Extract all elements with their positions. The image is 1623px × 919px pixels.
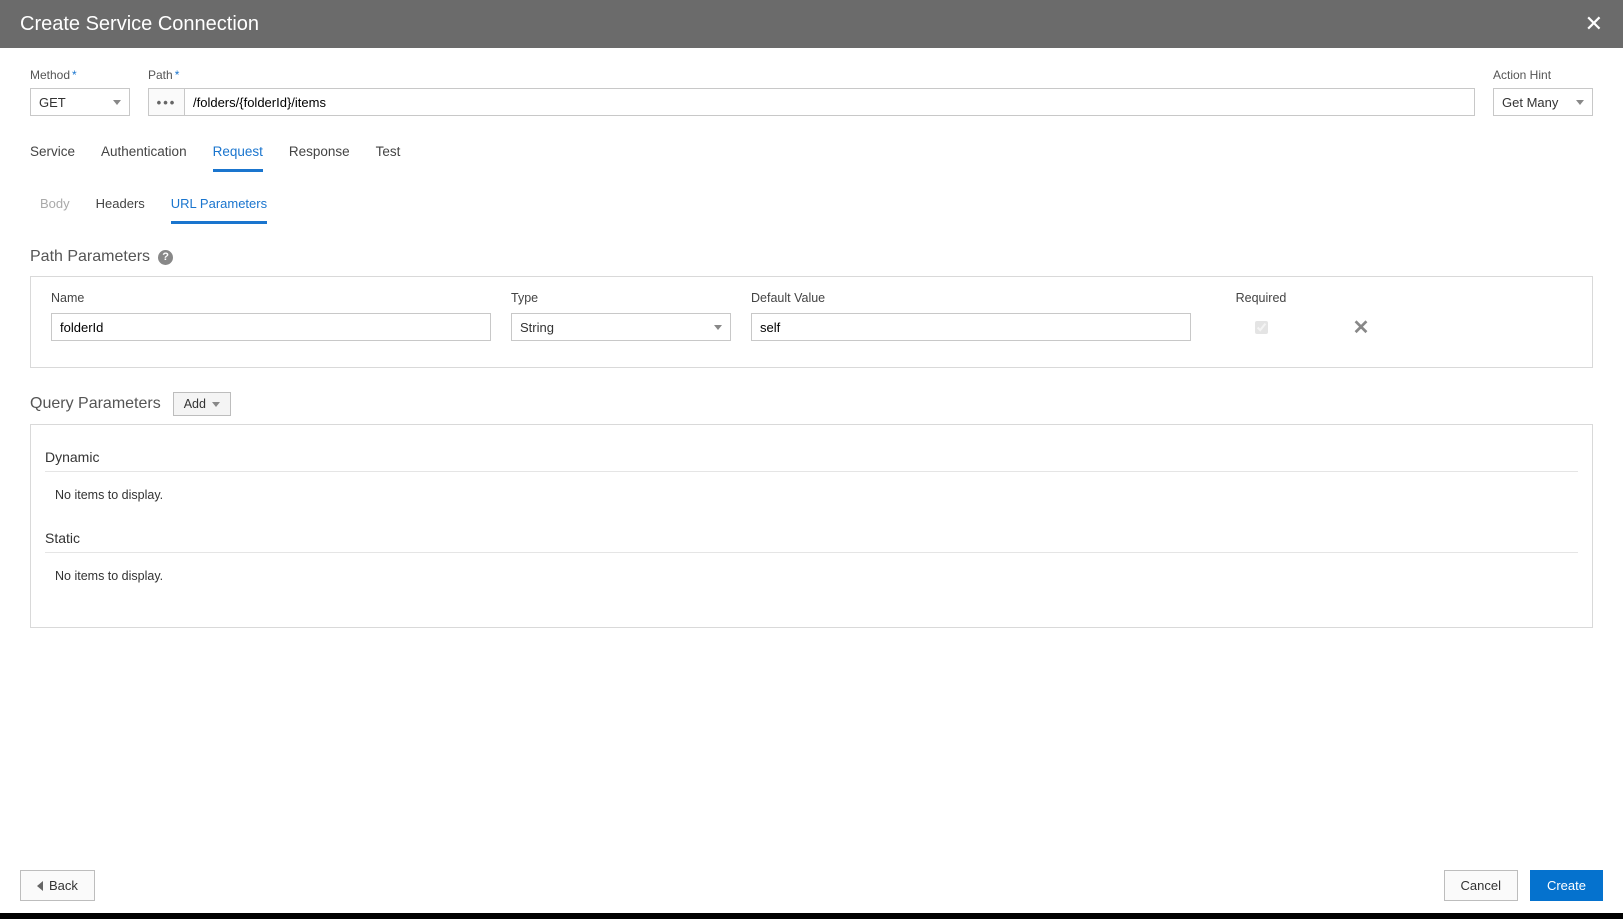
add-query-param-button[interactable]: Add — [173, 392, 231, 416]
param-required-checkbox — [1211, 321, 1311, 334]
tab-service[interactable]: Service — [30, 138, 75, 172]
create-button[interactable]: Create — [1530, 870, 1603, 901]
tab-test[interactable]: Test — [376, 138, 401, 172]
tab-request[interactable]: Request — [213, 138, 263, 172]
delete-row-icon[interactable]: ✕ — [1331, 315, 1391, 340]
col-type: Type — [511, 291, 731, 305]
param-default-input[interactable] — [751, 313, 1191, 341]
dialog-title: Create Service Connection — [20, 13, 259, 36]
path-field: Path* ••• — [148, 68, 1475, 116]
method-value: GET — [39, 95, 66, 110]
path-input[interactable] — [184, 88, 1475, 116]
help-icon[interactable]: ? — [158, 250, 173, 265]
chevron-down-icon — [113, 100, 121, 105]
tab-authentication[interactable]: Authentication — [101, 138, 187, 172]
tab-response[interactable]: Response — [289, 138, 350, 172]
path-label: Path* — [148, 68, 1475, 82]
query-parameters-section: Query Parameters Add Dynamic No items to… — [30, 392, 1593, 628]
path-param-row: String ✕ — [51, 313, 1572, 341]
method-select[interactable]: GET — [30, 88, 130, 116]
chevron-down-icon — [714, 325, 722, 330]
action-hint-select[interactable]: Get Many — [1493, 88, 1593, 116]
dialog-footer: Back Cancel Create — [0, 870, 1623, 901]
bottom-strip — [0, 913, 1623, 919]
method-field: Method* GET — [30, 68, 130, 116]
dynamic-subsection-title: Dynamic — [45, 439, 1578, 472]
close-icon[interactable]: ✕ — [1585, 11, 1603, 37]
static-subsection-title: Static — [45, 520, 1578, 553]
chevron-left-icon — [37, 881, 43, 891]
dialog-titlebar: Create Service Connection ✕ — [0, 0, 1623, 48]
method-label: Method* — [30, 68, 130, 82]
param-type-select[interactable]: String — [511, 313, 731, 341]
subtab-body: Body — [40, 190, 70, 224]
chevron-down-icon — [212, 402, 220, 407]
dynamic-empty-message: No items to display. — [45, 482, 1578, 520]
action-hint-label: Action Hint — [1493, 68, 1593, 82]
subtab-url-parameters[interactable]: URL Parameters — [171, 190, 267, 224]
col-required: Required — [1211, 291, 1311, 305]
static-empty-message: No items to display. — [45, 563, 1578, 601]
cancel-button[interactable]: Cancel — [1444, 870, 1518, 901]
request-subtabs: Body Headers URL Parameters — [40, 190, 1593, 224]
action-hint-field: Action Hint Get Many — [1493, 68, 1593, 116]
path-prefix-button[interactable]: ••• — [148, 88, 184, 116]
param-name-input[interactable] — [51, 313, 491, 341]
subtab-headers[interactable]: Headers — [96, 190, 145, 224]
path-parameters-title: Path Parameters — [30, 248, 150, 266]
path-parameters-section: Path Parameters ? Name Type Default Valu… — [30, 248, 1593, 368]
col-name: Name — [51, 291, 491, 305]
chevron-down-icon — [1576, 100, 1584, 105]
col-default: Default Value — [751, 291, 1191, 305]
action-hint-value: Get Many — [1502, 95, 1558, 110]
back-button[interactable]: Back — [20, 870, 95, 901]
query-parameters-title: Query Parameters — [30, 395, 161, 413]
main-tabs: Service Authentication Request Response … — [30, 138, 1593, 172]
